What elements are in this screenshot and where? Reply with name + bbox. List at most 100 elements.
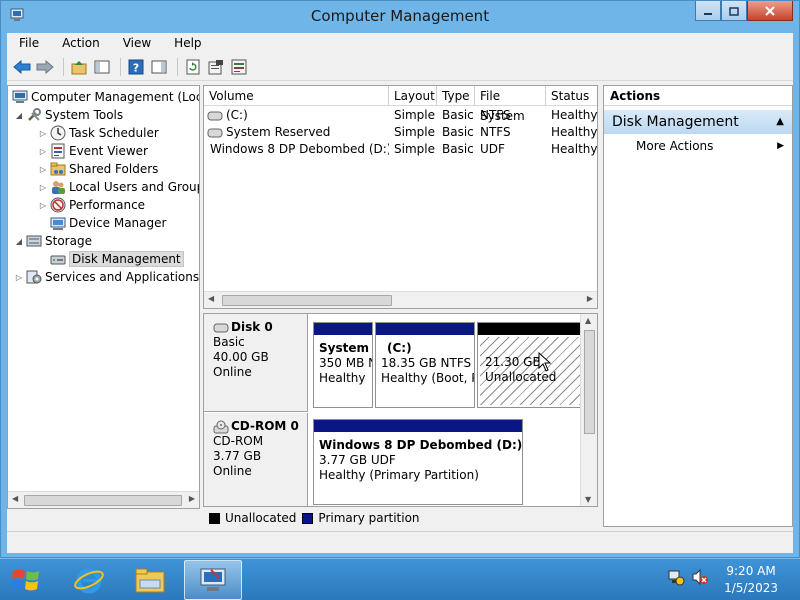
- menu-help[interactable]: Help: [162, 36, 212, 50]
- action-pane-icon: [151, 60, 167, 73]
- properties-icon: [208, 59, 223, 74]
- collapse-up-icon[interactable]: ▲: [776, 110, 784, 134]
- taskbar-internet-explorer[interactable]: [60, 560, 118, 600]
- computer-management-icon: [200, 568, 226, 591]
- column-header-layout[interactable]: Layout: [389, 86, 437, 106]
- taskbar-clock[interactable]: 9:20 AM 1/5/2023: [724, 563, 778, 597]
- partition-size: 21.30 GB: [485, 355, 541, 369]
- expand-arrow-icon[interactable]: ▷: [14, 273, 24, 282]
- tree-item-system-tools[interactable]: ◢ System Tools: [14, 106, 123, 124]
- expand-arrow-icon[interactable]: ▷: [38, 129, 48, 138]
- table-row[interactable]: (C:) Simple Basic NTFS Healthy (: [204, 107, 597, 124]
- disk-properties-button[interactable]: [229, 57, 249, 77]
- partition-system-reserved[interactable]: System 350 MB N Healthy: [313, 322, 373, 408]
- scroll-right-icon[interactable]: ▶: [587, 294, 593, 303]
- actions-section-disk-management[interactable]: Disk Management ▲: [604, 110, 792, 134]
- clock-date: 1/5/2023: [724, 581, 778, 595]
- volume-list-header: Volume Layout Type File System Status: [204, 86, 597, 123]
- volume-layout: Simple: [394, 108, 435, 122]
- close-button[interactable]: [747, 1, 793, 21]
- volume-name: System Reserved: [226, 125, 331, 139]
- collapse-arrow-icon[interactable]: ◢: [14, 237, 24, 246]
- scroll-up-icon[interactable]: ▲: [585, 316, 591, 325]
- title-bar[interactable]: Computer Management: [1, 1, 799, 33]
- scrollbar-thumb[interactable]: [584, 330, 595, 434]
- tree-item-storage[interactable]: ◢ Storage: [14, 232, 92, 250]
- actions-pane: Actions Disk Management ▲ More Actions ▶: [603, 85, 793, 527]
- primary-partition-swatch: [302, 512, 314, 524]
- tree-item-device-manager[interactable]: Device Manager: [48, 214, 166, 232]
- column-header-file-system[interactable]: File System: [475, 86, 546, 123]
- scroll-left-icon[interactable]: ◀: [208, 294, 214, 303]
- menu-view[interactable]: View: [111, 36, 162, 50]
- expand-arrow-icon[interactable]: ▷: [38, 183, 48, 192]
- disk-size: 40.00 GB: [213, 350, 269, 364]
- disk-kind: Basic: [213, 335, 245, 349]
- window-title: Computer Management: [310, 7, 490, 25]
- column-header-status[interactable]: Status: [546, 86, 597, 106]
- expand-arrow-icon[interactable]: ▷: [38, 147, 48, 156]
- tree-item-services-and-applications[interactable]: ▷ Services and Applications: [14, 268, 199, 286]
- show-hide-console-tree-button[interactable]: [92, 57, 112, 77]
- forward-button[interactable]: [35, 57, 55, 77]
- shared-folder-icon: [50, 162, 66, 176]
- partition-unallocated[interactable]: 21.30 GB Unallocated: [477, 322, 583, 408]
- internet-explorer-icon: [74, 568, 104, 594]
- tree-item-performance[interactable]: ▷ Performance: [38, 196, 145, 214]
- client-area: Computer Management (Local ◢ System Tool…: [7, 81, 793, 531]
- more-actions-item[interactable]: More Actions ▶: [604, 134, 792, 158]
- tree-item-disk-management[interactable]: Disk Management: [48, 250, 184, 268]
- console-tree-icon: [94, 60, 110, 73]
- properties-button[interactable]: [206, 57, 226, 77]
- start-button[interactable]: [4, 561, 48, 599]
- collapse-arrow-icon[interactable]: ◢: [14, 111, 24, 120]
- toolbar: ?: [7, 53, 793, 81]
- tree-item-local-users-and-groups[interactable]: ▷ Local Users and Groups: [38, 178, 200, 196]
- refresh-button[interactable]: [183, 57, 203, 77]
- clock-icon: [50, 125, 66, 141]
- help-button[interactable]: ?: [126, 57, 146, 77]
- scroll-down-icon[interactable]: ▼: [585, 495, 591, 504]
- expand-arrow-icon[interactable]: ▷: [38, 165, 48, 174]
- disk-size: 3.77 GB: [213, 449, 262, 463]
- disk-0-label[interactable]: Disk 0 Basic 40.00 GB Online: [204, 314, 308, 412]
- tree-item-label: Local Users and Groups: [69, 180, 200, 194]
- menu-file[interactable]: File: [7, 36, 50, 50]
- disk-view-vertical-scrollbar[interactable]: ▲ ▼: [580, 314, 597, 506]
- tray-network[interactable]: [666, 567, 686, 587]
- scrollbar-thumb[interactable]: [222, 295, 392, 306]
- scroll-right-icon[interactable]: ▶: [189, 494, 195, 503]
- scrollbar-thumb[interactable]: [24, 495, 182, 506]
- tree-item-computer-management[interactable]: Computer Management (Local: [10, 88, 199, 106]
- taskbar-file-explorer[interactable]: [121, 560, 179, 600]
- device-manager-icon: [50, 217, 66, 230]
- partition-d[interactable]: Windows 8 DP Debombed (D:) 3.77 GB UDF H…: [313, 419, 523, 505]
- show-hide-action-pane-button[interactable]: [149, 57, 169, 77]
- back-button[interactable]: [12, 57, 32, 77]
- tree-item-event-viewer[interactable]: ▷ Event Viewer: [38, 142, 148, 160]
- maximize-button[interactable]: [721, 1, 747, 21]
- tray-volume[interactable]: [690, 567, 710, 587]
- up-one-level-button[interactable]: [69, 57, 89, 77]
- column-header-type[interactable]: Type: [437, 86, 475, 106]
- minimize-button[interactable]: [695, 1, 721, 21]
- computer-management-window: Computer Management File Action View Hel…: [0, 0, 800, 558]
- column-header-volume[interactable]: Volume: [204, 86, 389, 106]
- expand-arrow-icon[interactable]: ▷: [38, 201, 48, 210]
- volume-list: Volume Layout Type File System Status (C…: [203, 85, 598, 309]
- partition-c[interactable]: (C:) 18.35 GB NTFS Healthy (Boot, P: [375, 322, 475, 408]
- scroll-left-icon[interactable]: ◀: [12, 494, 18, 503]
- tree-item-label: Shared Folders: [69, 162, 159, 176]
- table-row[interactable]: System Reserved Simple Basic NTFS Health…: [204, 124, 597, 141]
- tree-horizontal-scrollbar[interactable]: ◀ ▶: [8, 491, 199, 508]
- menu-action[interactable]: Action: [50, 36, 111, 50]
- tree-item-shared-folders[interactable]: ▷ Shared Folders: [38, 160, 158, 178]
- tree-item-task-scheduler[interactable]: ▷ Task Scheduler: [38, 124, 159, 142]
- more-actions-label: More Actions: [636, 139, 714, 153]
- volume-list-horizontal-scrollbar[interactable]: ◀ ▶: [204, 291, 597, 308]
- table-row[interactable]: Windows 8 DP Debombed (D:) Simple Basic …: [204, 141, 597, 158]
- tools-icon: [28, 108, 41, 121]
- taskbar-computer-management[interactable]: [184, 560, 242, 600]
- actions-header: Actions: [604, 86, 792, 106]
- cdrom-0-label[interactable]: CD-ROM 0 CD-ROM 3.77 GB Online: [204, 413, 308, 506]
